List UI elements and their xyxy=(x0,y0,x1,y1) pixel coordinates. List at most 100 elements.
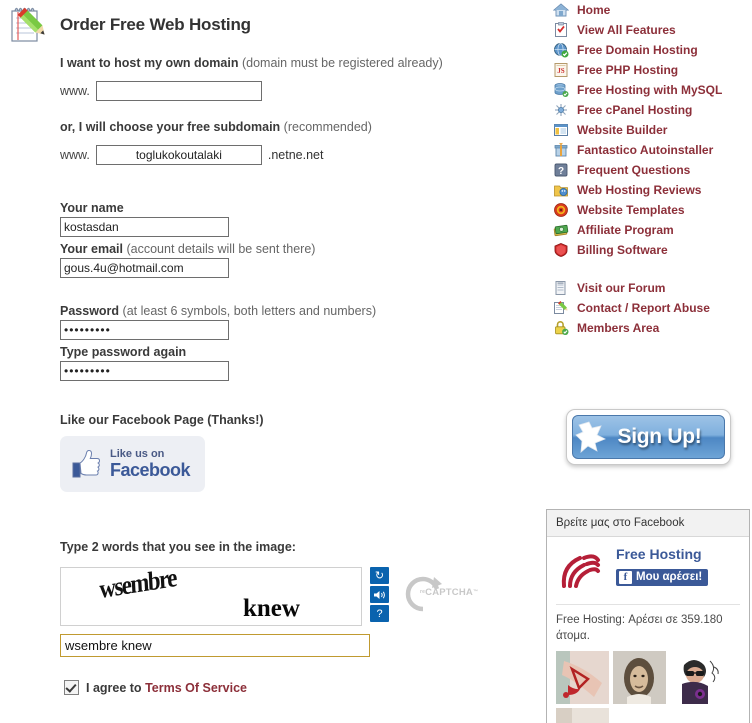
facebook-like-line1: Like us on xyxy=(110,448,165,460)
own-domain-label: I want to host my own domain (domain mus… xyxy=(60,56,540,70)
subdomain-label: or, I will choose your free subdomain (r… xyxy=(60,120,540,134)
facebook-like-button[interactable]: Like us on Facebook xyxy=(60,436,205,492)
password-label-hint: (at least 6 symbols, both letters and nu… xyxy=(122,304,377,318)
sidebar-item-website-templates[interactable]: Website Templates xyxy=(552,200,752,220)
cpanel-icon xyxy=(552,102,569,119)
sidebar-item-frequent-questions[interactable]: ? Frequent Questions xyxy=(552,160,752,180)
sidebar-item-label: Contact / Report Abuse xyxy=(577,301,710,315)
captcha-image: wsembre knew xyxy=(60,567,362,626)
sidebar-item-fantastico-autoinstaller[interactable]: Fantastico Autoinstaller xyxy=(552,140,752,160)
sidebar-item-free-hosting-with-mysql[interactable]: Free Hosting with MySQL xyxy=(552,80,752,100)
recaptcha-brand-tm: ™ xyxy=(472,589,479,595)
email-label-hint: (account details will be sent there) xyxy=(126,242,316,256)
facebook-face-thumbnail[interactable] xyxy=(613,651,666,705)
subdomain-label-hint: (recommended) xyxy=(283,120,372,134)
subdomain-suffix: .netne.net xyxy=(267,148,324,162)
facebook-widget-body: Free Hosting f Μου αρέσει! xyxy=(547,537,749,594)
captcha-input[interactable] xyxy=(60,634,370,657)
email-group: Your email (account details will be sent… xyxy=(60,242,540,278)
padlock-icon xyxy=(552,320,569,337)
captcha-row: wsembre knew ↻ ? reCAPTCHA™ xyxy=(60,567,540,626)
checklist-icon xyxy=(552,22,569,39)
own-domain-group: I want to host my own domain (domain mus… xyxy=(60,56,540,101)
facebook-like-line2: Facebook xyxy=(110,460,191,480)
password-label: Password (at least 6 symbols, both lette… xyxy=(60,304,540,318)
subdomain-row: www. .netne.net xyxy=(60,145,540,165)
sidebar-item-label: Frequent Questions xyxy=(577,163,691,177)
page-header: Order Free Web Hosting xyxy=(8,4,251,46)
own-domain-input[interactable] xyxy=(95,81,262,101)
subdomain-group: or, I will choose your free subdomain (r… xyxy=(60,120,540,165)
password-label-bold: Password xyxy=(60,304,120,318)
captcha-group: Type 2 words that you see in the image: … xyxy=(60,540,540,657)
installer-box-icon xyxy=(552,142,569,159)
sign-up-button[interactable]: Sign Up! xyxy=(566,409,731,465)
password-confirm-label-bold: Type password again xyxy=(60,345,187,359)
captcha-controls: ↻ ? xyxy=(370,567,389,622)
sidebar-item-label: Visit our Forum xyxy=(577,281,666,295)
captcha-word-1: wsembre xyxy=(98,567,177,604)
facebook-f-icon: f xyxy=(619,570,632,584)
facebook-page-name: Free Hosting xyxy=(616,546,702,562)
sidebar-item-web-hosting-reviews[interactable]: Web Hosting Reviews xyxy=(552,180,752,200)
svg-text:?: ? xyxy=(557,166,563,177)
sidebar-item-label: Free Domain Hosting xyxy=(577,43,698,57)
sidebar-item-label: Home xyxy=(577,3,611,17)
refresh-captcha-button[interactable]: ↻ xyxy=(370,567,389,584)
captcha-word-2: knew xyxy=(243,595,300,622)
facebook-like-widget-button[interactable]: f Μου αρέσει! xyxy=(616,568,709,586)
php-script-icon: JS xyxy=(552,62,569,79)
own-domain-row: www. xyxy=(60,81,540,101)
sidebar-item-billing-software[interactable]: Billing Software xyxy=(552,240,752,260)
notepad-pencil-icon xyxy=(8,4,50,46)
notepad-pencil-icon xyxy=(552,300,569,317)
forum-board-icon xyxy=(552,280,569,297)
reviews-folder-icon xyxy=(552,182,569,199)
order-free-web-hosting-page: Order Free Web Hosting I want to host my… xyxy=(0,0,752,723)
sidebar-item-visit-our-forum[interactable]: Visit our Forum xyxy=(552,278,752,298)
email-label-bold: Your email xyxy=(60,242,123,256)
terms-of-service-text: I agree to xyxy=(86,680,142,695)
password-confirm-group: Type password again xyxy=(60,345,540,381)
sidebar-item-free-domain-hosting[interactable]: Free Domain Hosting xyxy=(552,40,752,60)
email-input[interactable] xyxy=(60,258,229,278)
facebook-widget-faces xyxy=(547,644,742,723)
signup-form: I want to host my own domain (domain mus… xyxy=(0,56,540,695)
password-group: Password (at least 6 symbols, both lette… xyxy=(60,304,540,340)
sidebar-nav-primary: Home View All Features Free Domain Hosti… xyxy=(552,0,752,260)
sidebar-item-contact-report-abuse[interactable]: Contact / Report Abuse xyxy=(552,298,752,318)
sidebar-item-label: Free PHP Hosting xyxy=(577,63,679,77)
name-label-bold: Your name xyxy=(60,201,124,215)
sidebar-item-label: Website Builder xyxy=(577,123,668,137)
facebook-face-thumbnail[interactable] xyxy=(670,651,723,705)
password-confirm-input[interactable] xyxy=(60,361,229,381)
recaptcha-brand-text: reCAPTCHA™ xyxy=(420,587,478,598)
own-domain-label-hint: (domain must be registered already) xyxy=(241,56,443,70)
sidebar-item-free-php-hosting[interactable]: JS Free PHP Hosting xyxy=(552,60,752,80)
sidebar-item-website-builder[interactable]: Website Builder xyxy=(552,120,752,140)
own-domain-label-bold: I want to host my own domain xyxy=(60,56,239,70)
facebook-face-thumbnail[interactable] xyxy=(556,708,609,723)
subdomain-input[interactable] xyxy=(95,145,262,165)
sidebar-item-label: Free cPanel Hosting xyxy=(577,103,693,117)
sidebar-item-home[interactable]: Home xyxy=(552,0,752,20)
sidebar-nav-secondary: Visit our Forum Contact / Report Abuse M… xyxy=(552,278,752,338)
sidebar-item-members-area[interactable]: Members Area xyxy=(552,318,752,338)
star-badge-icon xyxy=(575,419,615,457)
password-input[interactable] xyxy=(60,320,229,340)
terms-of-service-row: I agree to Terms Of Service xyxy=(64,680,540,695)
sidebar-item-view-all-features[interactable]: View All Features xyxy=(552,20,752,40)
facebook-like-group: Like our Facebook Page (Thanks!) Like us… xyxy=(60,413,540,492)
email-label: Your email (account details will be sent… xyxy=(60,242,540,256)
audio-captcha-button[interactable] xyxy=(370,586,389,603)
terms-of-service-checkbox[interactable] xyxy=(64,680,79,695)
terms-of-service-link[interactable]: Terms Of Service xyxy=(145,681,247,695)
sidebar-item-free-cpanel-hosting[interactable]: Free cPanel Hosting xyxy=(552,100,752,120)
sidebar-item-label: Website Templates xyxy=(577,203,685,217)
sidebar-item-affiliate-program[interactable]: Affiliate Program xyxy=(552,220,752,240)
help-captcha-button[interactable]: ? xyxy=(370,605,389,622)
facebook-face-thumbnail[interactable] xyxy=(556,651,609,705)
svg-text:JS: JS xyxy=(557,67,565,75)
name-input[interactable] xyxy=(60,217,229,237)
sidebar-item-label: Members Area xyxy=(577,321,660,335)
